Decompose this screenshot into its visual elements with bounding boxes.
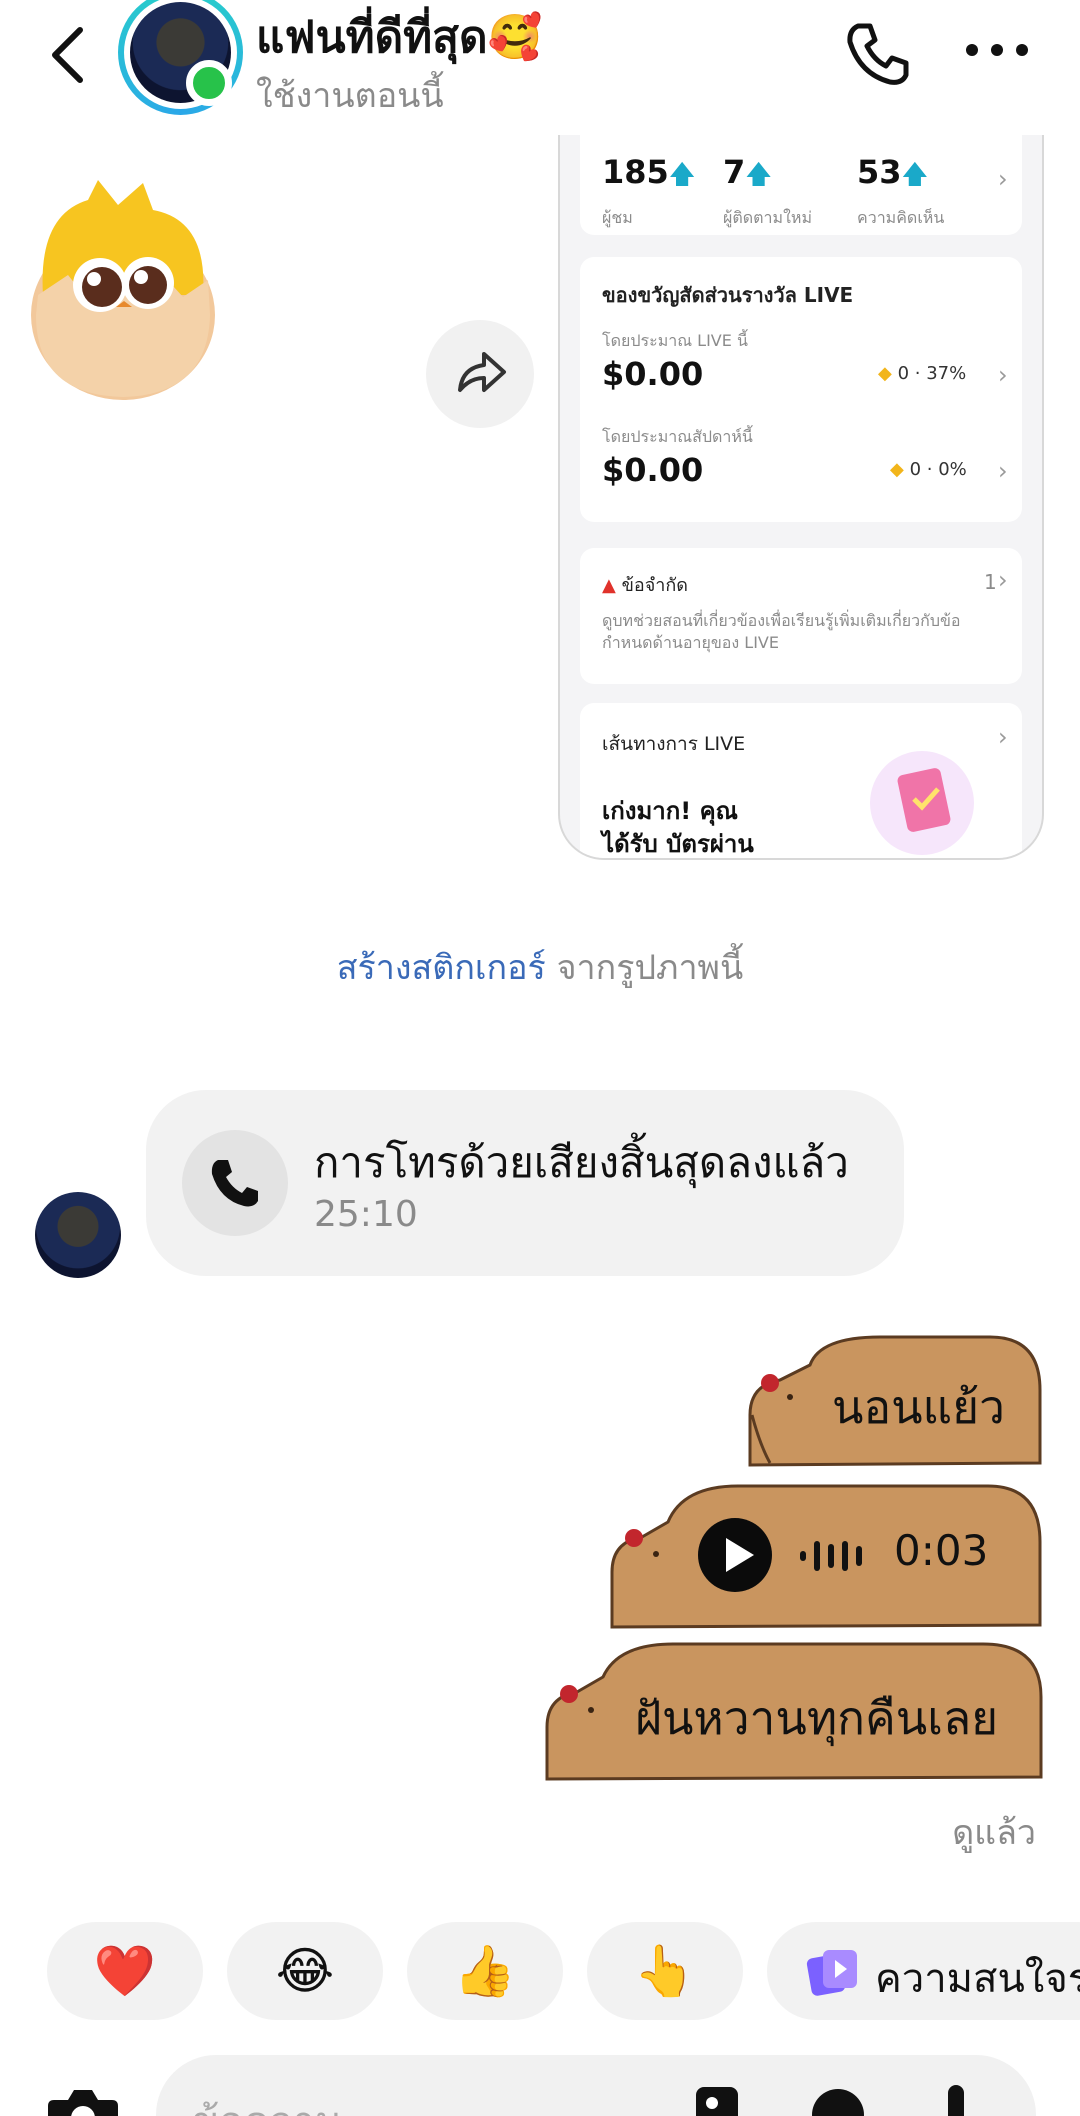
interests-label: ความสนใจร่: [875, 1956, 1080, 2002]
microphone-icon[interactable]: [926, 2081, 986, 2116]
live-path-card: เส้นทางการ LIVE › เก่งมาก! คุณ ได้รับ บั…: [580, 703, 1022, 858]
message-bubble[interactable]: นอนแย้ว: [740, 1335, 1045, 1470]
quick-reaction-laugh[interactable]: 😂: [227, 1922, 383, 2020]
quick-reaction-heart[interactable]: ❤️: [47, 1922, 203, 2020]
message-text: ฝันหวานทุกคืนเลย: [635, 1691, 999, 1745]
chevron-right-icon: ›: [998, 361, 1008, 389]
call-duration: 25:10: [314, 1194, 418, 1235]
interests-chip[interactable]: ความสนใจร่: [767, 1922, 1080, 2020]
chevron-right-icon: ›: [998, 566, 1008, 594]
this-live-stats: 0 · 37%: [897, 363, 967, 384]
message-text: นอนแย้ว: [832, 1380, 1005, 1434]
voice-message-bubble[interactable]: 0:03: [608, 1482, 1045, 1630]
create-sticker-link[interactable]: สร้างสติกเกอร์: [337, 948, 546, 988]
rewards-card: ของขวัญสัดส่วนรางวัล LIVE โดยประมาณ LIVE…: [580, 257, 1022, 522]
create-sticker-rest: จากรูปภาพนี้: [545, 948, 744, 988]
sender-avatar[interactable]: [35, 1192, 121, 1278]
warning-icon: ▲: [602, 575, 616, 596]
diamond-icon: ◆: [890, 459, 904, 480]
play-button[interactable]: [698, 1518, 772, 1592]
heart-emoji: ❤️: [93, 1942, 157, 2000]
back-arrow-icon[interactable]: [40, 20, 100, 90]
camera-icon[interactable]: [44, 2082, 122, 2116]
waveform-icon: [800, 1541, 862, 1571]
voice-duration: 0:03: [894, 1526, 989, 1575]
play-icon: [726, 1538, 754, 1572]
contact-name[interactable]: แฟนที่ดีที่สุด🥰: [256, 2, 542, 72]
call-ended-bubble[interactable]: การโทรด้วยเสียงสิ้นสุดลงแล้ว 25:10: [146, 1090, 904, 1276]
chat-header: แฟนที่ดีที่สุด🥰 ใช้งานตอนนี้: [0, 0, 1080, 135]
this-week-stats: 0 · 0%: [909, 459, 967, 480]
stat-viewers: 185🡅 ผู้ชม: [602, 153, 696, 227]
online-indicator: [186, 60, 232, 106]
create-sticker-prompt: สร้างสติกเกอร์ จากรูปภาพนี้: [0, 940, 1080, 994]
rewards-title: ของขวัญสัดส่วนรางวัล LIVE: [602, 283, 854, 307]
share-arrow-icon: [458, 352, 506, 392]
stat-comments: 53🡅 ความคิดเห็น: [857, 153, 945, 227]
gallery-icon[interactable]: [690, 2081, 750, 2116]
message-input-placeholder: ข้อความ: [192, 2089, 341, 2116]
interests-icon: [806, 1950, 857, 1996]
limit-card: ▲ ข้อจำกัด 1 › ดูบทช่วยสอนที่เกี่ยวข้องเ…: [580, 548, 1022, 684]
stats-card: 185🡅 ผู้ชม 7🡅 ผู้ติดตามใหม่ 53🡅 ความคิดเ…: [580, 135, 1022, 235]
call-status-text: การโทรด้วยเสียงสิ้นสุดลงแล้ว: [314, 1138, 849, 1187]
limit-count: 1: [984, 570, 997, 594]
chevron-right-icon: ›: [998, 723, 1008, 751]
this-week-label: โดยประมาณสัปดาห์นี้: [602, 427, 753, 446]
this-week-amount: $0.00: [602, 451, 704, 489]
pass-card-icon: [870, 751, 974, 855]
path-text-line-2: ได้รับ บัตรผ่าน: [602, 830, 754, 858]
call-icon-circle: [182, 1130, 288, 1236]
this-live-label: โดยประมาณ LIVE นี้: [602, 331, 748, 350]
more-options-icon[interactable]: [962, 30, 1032, 70]
quick-reaction-thumbs-up[interactable]: 👍: [407, 1922, 563, 2020]
stat-followers: 7🡅 ผู้ติดตามใหม่: [723, 153, 812, 227]
limit-description: ดูบทช่วยสอนที่เกี่ยวข้องเพื่อเรียนรู้เพิ…: [602, 611, 961, 652]
point-up-emoji: 👆: [633, 1942, 697, 2000]
laugh-emoji: 😂: [275, 1942, 335, 2000]
path-title: เส้นทางการ LIVE: [602, 733, 746, 755]
message-input[interactable]: ข้อความ: [156, 2055, 1036, 2116]
limit-title: ข้อจำกัด: [621, 575, 688, 596]
diamond-icon: ◆: [878, 363, 892, 384]
egg-chick-sticker[interactable]: [28, 175, 218, 405]
message-bubble[interactable]: ฝันหวานทุกคืนเลย: [543, 1642, 1045, 1782]
quick-reaction-point-up[interactable]: 👆: [587, 1922, 743, 2020]
chevron-right-icon: ›: [998, 457, 1008, 485]
emoji-icon[interactable]: [808, 2081, 868, 2116]
this-live-amount: $0.00: [602, 355, 704, 393]
seen-status: ดูแล้ว: [952, 1813, 1036, 1853]
chevron-right-icon: ›: [998, 165, 1008, 193]
shared-screenshot[interactable]: 185🡅 ผู้ชม 7🡅 ผู้ติดตามใหม่ 53🡅 ความคิดเ…: [558, 135, 1044, 860]
share-button[interactable]: [426, 320, 534, 428]
phone-icon: [211, 1160, 258, 1207]
phone-icon[interactable]: [842, 18, 914, 90]
path-text-line-1: เก่งมาก! คุณ: [602, 797, 738, 825]
contact-status: ใช้งานตอนนี้: [256, 76, 444, 116]
thumbs-up-emoji: 👍: [453, 1942, 517, 2000]
